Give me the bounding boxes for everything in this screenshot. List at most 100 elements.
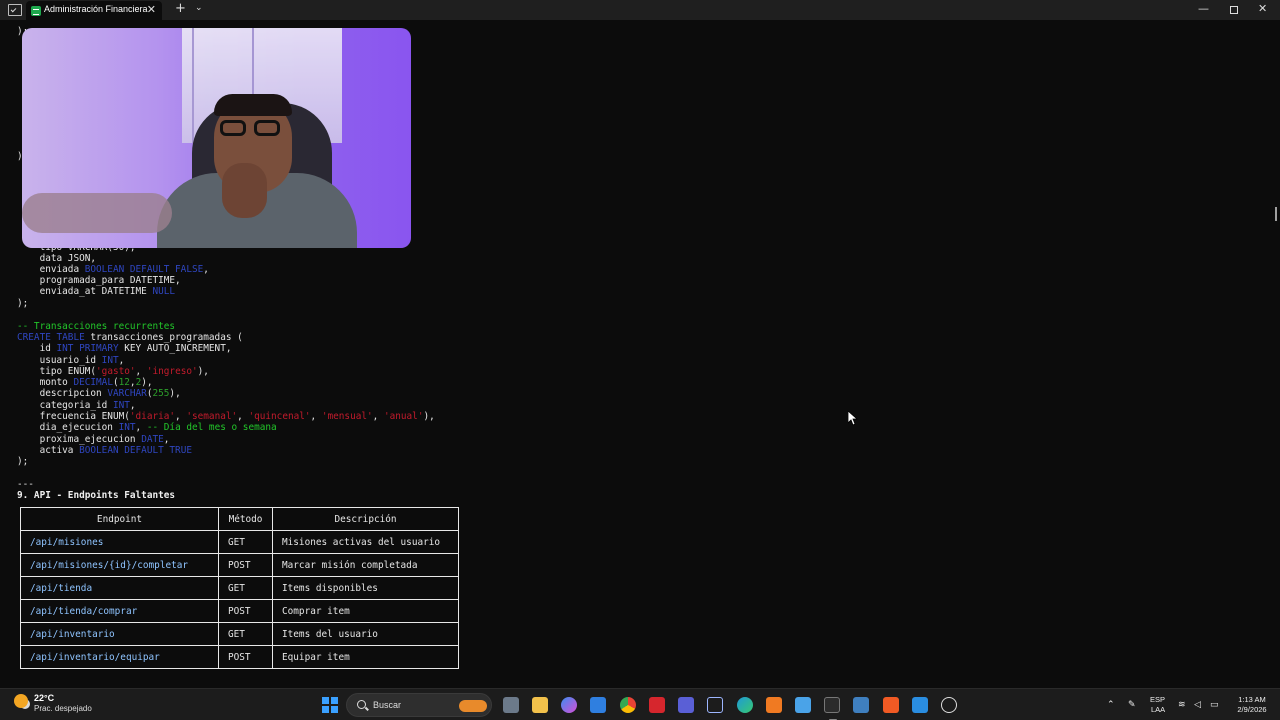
weather-icon[interactable] [14, 694, 28, 708]
scrollbar-thumb[interactable] [1275, 207, 1277, 221]
search-icon [357, 700, 366, 709]
terminal-icon[interactable] [824, 697, 840, 720]
input-language[interactable]: ESP [1150, 695, 1165, 704]
mail-icon[interactable] [590, 697, 606, 713]
tab-dropdown-chevron-icon[interactable]: ⌄ [195, 3, 203, 13]
table-row: /api/inventario/equipar POST Equipar ite… [20, 645, 459, 669]
endpoint-cell: /api/inventario [20, 622, 219, 646]
code-line: id INT PRIMARY KEY AUTO_INCREMENT, [17, 343, 232, 354]
table-row: /api/misiones/{id}/completar POST Marcar… [20, 553, 459, 577]
section-heading: 9. API - Endpoints Faltantes [17, 490, 176, 501]
code-line: enviada_at DATETIME NULL [17, 286, 176, 297]
clock-time[interactable]: 1:13 AM [1234, 695, 1270, 704]
method-cell: GET [218, 530, 273, 554]
sql-comment: -- Transacciones recurrentes [17, 321, 176, 332]
arc-icon[interactable] [707, 697, 723, 713]
webcam-person-arm [22, 193, 172, 233]
code-line: activa BOOLEAN DEFAULT TRUE [17, 445, 192, 456]
copilot-icon[interactable] [561, 697, 577, 713]
webcam-glasses-left [220, 120, 246, 136]
vivaldi-icon[interactable] [649, 697, 665, 713]
search-highlight-icon [459, 700, 487, 712]
endpoint-cell: /api/misiones/{id}/completar [20, 553, 219, 577]
endpoint-cell: /api/misiones [20, 530, 219, 554]
volume-icon[interactable]: ◁ [1194, 700, 1201, 710]
endpoints-table: Endpoint Método Descripción /api/misione… [20, 507, 459, 669]
search-placeholder: Buscar [373, 700, 402, 710]
close-window-button[interactable]: ✕ [1258, 2, 1267, 15]
input-layout[interactable]: LAA [1151, 705, 1165, 714]
xampp-icon[interactable] [766, 697, 782, 713]
code-line: usuario_id INT, [17, 355, 125, 366]
method-cell: GET [218, 576, 273, 600]
description-cell: Misiones activas del usuario [272, 530, 459, 554]
table-row: /api/tienda/comprar POST Comprar item [20, 599, 459, 623]
method-cell: GET [218, 622, 273, 646]
table-row: /api/misiones GET Misiones activas del u… [20, 530, 459, 554]
endpoint-cell: /api/tienda [20, 576, 219, 600]
tab-title: Administración Financiera [44, 4, 148, 14]
code-line: proxima_ejecucion DATE, [17, 434, 170, 445]
method-cell: POST [218, 645, 273, 669]
webcam-person-hair [214, 94, 292, 116]
taskbar: 22°C Prac. despejado Buscar ⌃ ✎ ESP LAA … [0, 688, 1280, 720]
code-line: ); [17, 298, 29, 309]
teams-icon[interactable] [678, 697, 694, 713]
battery-icon[interactable]: ▭ [1210, 700, 1219, 710]
tab-close-icon[interactable]: ✕ [147, 3, 156, 16]
minimize-button[interactable]: — [1198, 2, 1209, 15]
terminal-app-icon[interactable] [8, 4, 22, 16]
code-line: monto DECIMAL(12,2), [17, 377, 153, 388]
column-header-descripcion: Descripción [272, 507, 459, 531]
column-header-metodo: Método [218, 507, 273, 531]
code-line: categoria_id INT, [17, 400, 136, 411]
code-line: ); [17, 456, 29, 467]
code-line: frecuencia ENUM('diaria', 'semanal', 'qu… [17, 411, 435, 422]
mouse-cursor-icon [847, 410, 859, 426]
code-line: CREATE TABLE transacciones_programadas ( [17, 332, 243, 343]
endpoint-cell: /api/inventario/equipar [20, 645, 219, 669]
webcam-person-hand [222, 163, 267, 218]
code-line: tipo ENUM('gasto', 'ingreso'), [17, 366, 209, 377]
task-view-icon[interactable] [503, 697, 519, 713]
new-tab-button[interactable]: + [175, 1, 186, 16]
network-icon[interactable]: ≋ [1178, 700, 1186, 710]
file-explorer-icon[interactable] [532, 697, 548, 713]
webcam-glasses-right [254, 120, 280, 136]
tab-administracion-financiera[interactable]: Administración Financiera ✕ [26, 1, 162, 20]
description-cell: Items disponibles [272, 576, 459, 600]
pen-icon[interactable]: ✎ [1128, 700, 1136, 710]
notepad-icon[interactable] [795, 697, 811, 713]
endpoint-cell: /api/tienda/comprar [20, 599, 219, 623]
show-hidden-icons-chevron-icon[interactable]: ⌃ [1107, 700, 1115, 710]
column-header-endpoint: Endpoint [20, 507, 219, 531]
maximize-button[interactable] [1230, 6, 1238, 14]
code-line: data JSON, [17, 253, 97, 264]
title-bar: Administración Financiera ✕ + ⌄ — ✕ [0, 0, 1280, 20]
code-line: enviada BOOLEAN DEFAULT FALSE, [17, 264, 209, 275]
table-row: /api/tienda GET Items disponibles [20, 576, 459, 600]
horizontal-rule: --- [17, 479, 34, 490]
chatgpt-icon[interactable] [941, 697, 957, 713]
code-line: dia_ejecucion INT, -- Día del mes o sema… [17, 422, 277, 433]
chrome-icon[interactable] [620, 697, 636, 713]
weather-temperature[interactable]: 22°C [34, 693, 54, 703]
clock-date[interactable]: 2/9/2026 [1232, 705, 1272, 714]
spreadsheet-icon [31, 6, 41, 16]
windows-start-button[interactable] [322, 697, 338, 713]
description-cell: Equipar item [272, 645, 459, 669]
description-cell: Items del usuario [272, 622, 459, 646]
edge-icon[interactable] [737, 697, 753, 713]
brave-icon[interactable] [883, 697, 899, 713]
taskbar-search-box[interactable]: Buscar [346, 693, 492, 717]
table-header-row: Endpoint Método Descripción [20, 507, 459, 531]
method-cell: POST [218, 599, 273, 623]
code-line: programada_para DATETIME, [17, 275, 181, 286]
azure-data-studio-icon[interactable] [912, 697, 928, 713]
weather-description[interactable]: Prac. despejado [34, 704, 92, 713]
code-line: descripcion VARCHAR(255), [17, 388, 181, 399]
app-window-icon[interactable] [853, 697, 869, 713]
description-cell: Marcar misión completada [272, 553, 459, 577]
table-row: /api/inventario GET Items del usuario [20, 622, 459, 646]
method-cell: POST [218, 553, 273, 577]
